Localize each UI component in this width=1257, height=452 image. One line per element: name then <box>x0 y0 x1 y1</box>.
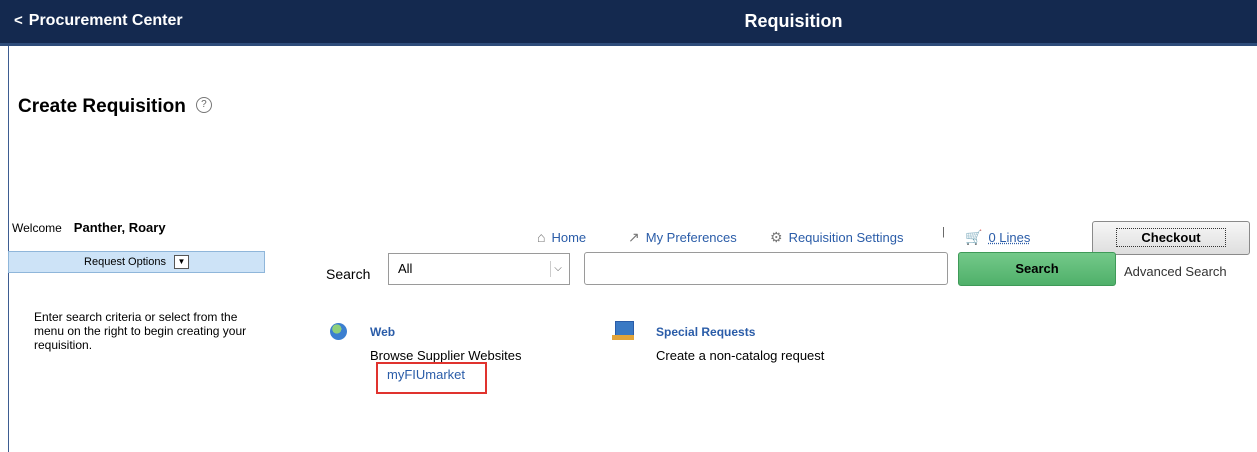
chevron-down-icon: ⌵ <box>550 261 565 277</box>
cart-lines-link[interactable]: 🛒 0 Lines <box>965 229 1030 246</box>
instructions-text: Enter search criteria or select from the… <box>34 310 247 352</box>
special-requests-link[interactable]: Special Requests <box>656 325 755 339</box>
page-title: Create Requisition <box>18 96 186 117</box>
advanced-search-link[interactable]: Advanced Search <box>1124 264 1227 279</box>
home-link[interactable]: ⌂ Home <box>537 229 586 245</box>
gears-icon: ⚙ <box>770 229 783 245</box>
request-options-menu[interactable]: Request Options ▼ <box>8 251 265 273</box>
special-request-icon-screen <box>615 321 634 336</box>
home-label: Home <box>551 230 587 245</box>
welcome-text: Welcome Panther, Roary <box>12 220 166 235</box>
web-source-link[interactable]: Web <box>370 325 395 339</box>
request-options-label: Request Options <box>84 256 166 268</box>
user-name: Panther, Roary <box>73 220 166 235</box>
myfiumarket-link[interactable]: myFIUmarket <box>387 367 465 382</box>
welcome-label: Welcome <box>12 221 62 235</box>
globe-icon <box>330 323 347 340</box>
checkout-button[interactable]: Checkout <box>1092 221 1250 255</box>
wand-icon: ↗ <box>628 229 640 245</box>
special-request-icon <box>612 321 634 341</box>
web-source-description: Browse Supplier Websites <box>370 348 522 363</box>
search-button[interactable]: Search <box>958 252 1116 286</box>
cart-lines-count: 0 Lines <box>988 230 1031 245</box>
nav-separator: | <box>942 226 945 238</box>
page-title-container: Create Requisition? <box>18 96 212 118</box>
cart-icon: 🛒 <box>965 229 983 245</box>
left-border-rule <box>8 46 9 452</box>
help-icon[interactable]: ? <box>195 96 212 113</box>
home-icon: ⌂ <box>537 229 546 245</box>
special-request-icon-base <box>612 335 634 340</box>
search-category-value: All <box>398 261 413 276</box>
requisition-settings-label: Requisition Settings <box>788 230 904 245</box>
checkout-label: Checkout <box>1116 228 1226 247</box>
requisition-settings-link[interactable]: ⚙ Requisition Settings <box>770 229 903 246</box>
dropdown-arrow-icon[interactable]: ▼ <box>173 255 189 270</box>
my-preferences-label: My Preferences <box>645 230 737 245</box>
search-input[interactable] <box>584 252 948 285</box>
app-title: Requisition <box>744 11 843 31</box>
special-requests-description: Create a non-catalog request <box>656 348 825 363</box>
search-label: Search <box>326 266 371 282</box>
top-header-bar: < Procurement Center Requisition <box>0 0 1257 46</box>
my-preferences-link[interactable]: ↗ My Preferences <box>628 229 737 246</box>
search-category-select[interactable]: All ⌵ <box>388 253 570 285</box>
